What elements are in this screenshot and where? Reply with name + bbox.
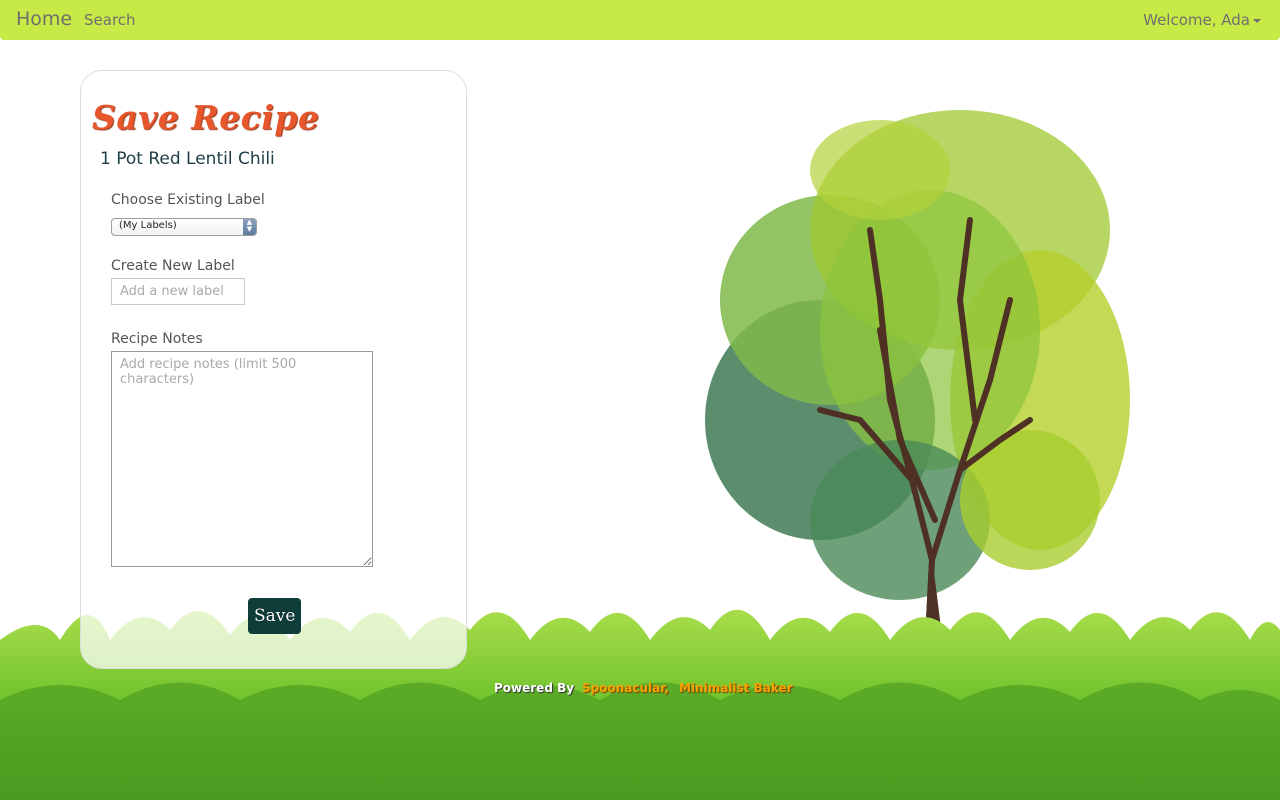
existing-label-heading: Choose Existing Label — [111, 192, 265, 208]
existing-label-selected: (My Labels) — [119, 220, 177, 231]
spoonacular-link[interactable]: Spoonacular, — [582, 681, 669, 695]
page-title: Save Recipe — [92, 98, 320, 137]
recipe-notes-heading: Recipe Notes — [111, 331, 203, 347]
new-label-heading: Create New Label — [111, 258, 235, 274]
new-label-input[interactable] — [111, 278, 245, 305]
tree — [705, 110, 1130, 703]
recipe-notes-textarea[interactable] — [111, 351, 373, 567]
top-navbar: Home Search Welcome, Ada — [0, 0, 1280, 40]
powered-by-footer: Powered By Spoonacular, Minimalist Baker — [0, 681, 1280, 701]
save-button[interactable]: Save — [248, 598, 301, 634]
existing-label-select[interactable]: (My Labels) ▲ ▼ — [111, 218, 257, 236]
nav-home-link[interactable]: Home — [16, 8, 72, 30]
nav-search-link[interactable]: Search — [84, 11, 136, 29]
user-menu-toggle[interactable]: Welcome, Ada — [1143, 11, 1250, 29]
minimalist-baker-link[interactable]: Minimalist Baker — [679, 681, 793, 695]
updown-arrows-icon: ▲ ▼ — [243, 219, 256, 235]
recipe-name: 1 Pot Red Lentil Chili — [100, 149, 275, 169]
powered-by-label: Powered By — [494, 681, 575, 695]
caret-down-icon[interactable] — [1253, 19, 1261, 23]
